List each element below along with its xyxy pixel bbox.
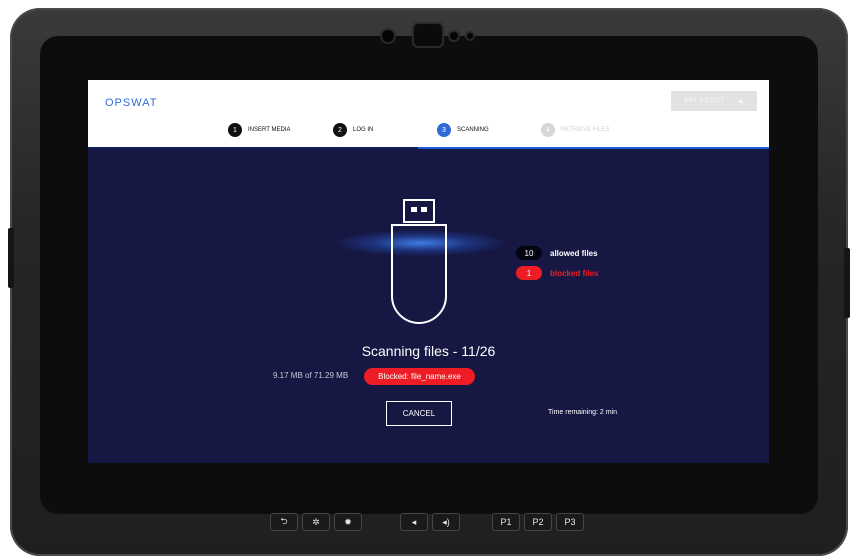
step-label: RETRIEVE FILES bbox=[561, 127, 610, 133]
progress-line bbox=[88, 147, 418, 149]
side-port bbox=[8, 228, 14, 288]
scan-status-title: Scanning files - 11/26 bbox=[361, 343, 496, 359]
kiosk-screen: OPSWAT EXIT & EJECT ⏏ 1 INSERT MEDIA 2 L… bbox=[88, 80, 769, 463]
eject-icon: ⏏ bbox=[737, 98, 744, 105]
step-label: LOG IN bbox=[353, 127, 374, 133]
allowed-files-counter: 10 allowed files bbox=[516, 246, 598, 260]
usb-drive-icon bbox=[391, 199, 447, 324]
size-progress-text: 9.17 MB of 71.29 MB bbox=[273, 371, 349, 380]
brightness-up-icon[interactable]: ✹ bbox=[334, 513, 362, 531]
sensor-icon bbox=[414, 24, 442, 46]
hardware-buttons-programmable: P1 P2 P3 bbox=[492, 512, 588, 532]
header-bar: OPSWAT EXIT & EJECT ⏏ 1 INSERT MEDIA 2 L… bbox=[88, 80, 769, 149]
led-indicator-icon bbox=[467, 33, 473, 39]
exit-eject-button[interactable]: EXIT & EJECT ⏏ bbox=[671, 91, 757, 111]
step-scanning: 3 SCANNING bbox=[437, 123, 489, 137]
step-number: 1 bbox=[228, 123, 242, 137]
hardware-buttons-volume: ◂ ◂) bbox=[400, 512, 464, 532]
blocked-count-badge: 1 bbox=[516, 266, 542, 280]
camera-icon bbox=[382, 30, 394, 42]
volume-up-icon[interactable]: ◂) bbox=[432, 513, 460, 531]
hardware-buttons-left: ⮌ ✲ ✹ bbox=[270, 512, 366, 532]
light-sensor-icon bbox=[450, 32, 458, 40]
p1-button[interactable]: P1 bbox=[492, 513, 520, 531]
step-label: SCANNING bbox=[457, 127, 489, 133]
cancel-button[interactable]: CANCEL bbox=[386, 401, 452, 426]
back-icon[interactable]: ⮌ bbox=[270, 513, 298, 531]
exit-label: EXIT & EJECT bbox=[684, 98, 724, 104]
step-label: INSERT MEDIA bbox=[248, 127, 291, 133]
brightness-down-icon[interactable]: ✲ bbox=[302, 513, 330, 531]
step-log-in: 2 LOG IN bbox=[333, 123, 373, 137]
volume-down-icon[interactable]: ◂ bbox=[400, 513, 428, 531]
side-port-right bbox=[844, 248, 850, 318]
step-number: 2 bbox=[333, 123, 347, 137]
step-number: 3 bbox=[437, 123, 451, 137]
time-remaining-text: Time remaining: 2 min bbox=[548, 409, 617, 416]
opswat-logo: OPSWAT bbox=[105, 97, 158, 109]
blocked-file-badge: Blocked: file_name.exe bbox=[364, 368, 475, 385]
step-retrieve-files: 4 RETRIEVE FILES bbox=[541, 123, 609, 137]
allowed-label: allowed files bbox=[550, 248, 598, 258]
p3-button[interactable]: P3 bbox=[556, 513, 584, 531]
blocked-label: blocked files bbox=[550, 268, 599, 278]
step-insert-media: 1 INSERT MEDIA bbox=[228, 123, 290, 137]
p2-button[interactable]: P2 bbox=[524, 513, 552, 531]
step-number: 4 bbox=[541, 123, 555, 137]
blocked-files-counter: 1 blocked files bbox=[516, 266, 598, 280]
allowed-count-badge: 10 bbox=[516, 246, 542, 260]
